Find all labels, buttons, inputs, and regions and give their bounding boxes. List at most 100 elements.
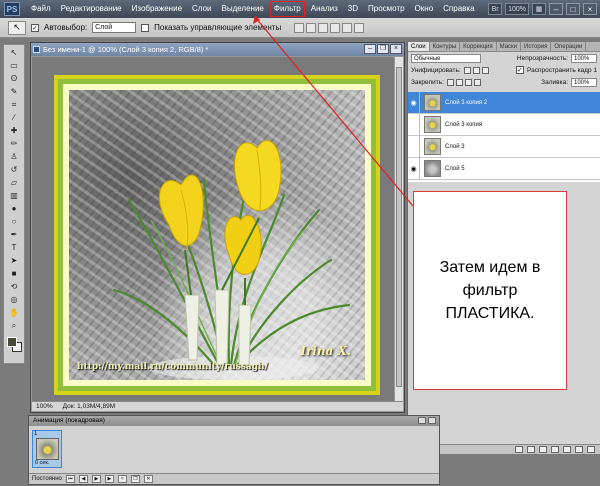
maximize-button[interactable]: □ (566, 3, 580, 15)
stamp-tool-icon[interactable]: ♙ (5, 151, 23, 162)
path-select-tool-icon[interactable]: ➤ (5, 255, 23, 266)
close-button[interactable]: × (583, 3, 597, 15)
tab-masks[interactable]: Маски (497, 42, 522, 51)
menu-filter[interactable]: Фильтр (269, 0, 306, 18)
history-brush-tool-icon[interactable]: ↺ (5, 164, 23, 175)
fill-input[interactable]: 100% (571, 77, 597, 87)
tab-actions[interactable]: Операции (551, 42, 587, 51)
doc-minimize-button[interactable]: – (364, 44, 376, 54)
first-frame-icon[interactable]: ⏮ (65, 475, 75, 483)
healing-tool-icon[interactable]: ✚ (5, 125, 23, 136)
align-center-icon[interactable] (342, 22, 353, 33)
brush-tool-icon[interactable]: ✏ (5, 138, 23, 149)
crop-tool-icon[interactable]: ⌗ (5, 99, 23, 110)
prev-frame-icon[interactable]: ◀ (78, 475, 88, 483)
3d-orbit-tool-icon[interactable]: ◎ (5, 294, 23, 305)
eraser-tool-icon[interactable]: ▱ (5, 177, 23, 188)
menu-3d[interactable]: 3D (343, 0, 363, 18)
scrollbar-thumb[interactable] (396, 67, 402, 387)
eye-icon[interactable]: ◉ (408, 157, 420, 180)
eye-icon[interactable]: ◉ (408, 91, 420, 114)
close-panel-icon[interactable] (428, 417, 436, 424)
document-title-bar[interactable]: Без имени-1 @ 100% (Слой 3 копия 2, RGB/… (31, 43, 404, 56)
add-mask-icon[interactable] (539, 446, 547, 453)
layer-row[interactable]: ◉ Слой 5 (408, 157, 600, 180)
play-icon[interactable]: ▶ (91, 475, 101, 483)
next-frame-icon[interactable]: ▶ (104, 475, 114, 483)
animation-frame[interactable]: 1 0 сек. (32, 430, 62, 468)
frame-delay[interactable]: 0 сек. (35, 460, 49, 466)
tab-paths[interactable]: Контуры (430, 42, 461, 51)
delete-frame-icon[interactable]: ✕ (143, 475, 153, 483)
lock-all-icon[interactable] (473, 78, 481, 86)
menu-layers[interactable]: Слои (187, 0, 216, 18)
foreground-color-swatch[interactable] (7, 337, 17, 347)
duplicate-frame-icon[interactable]: ❐ (130, 475, 140, 483)
menu-select[interactable]: Выделение (216, 0, 268, 18)
tween-icon[interactable]: ≈ (117, 475, 127, 483)
doc-restore-button[interactable]: ❐ (377, 44, 389, 54)
new-group-icon[interactable] (563, 446, 571, 453)
autoselect-select[interactable]: Слой (92, 22, 137, 33)
link-layers-icon[interactable] (515, 446, 523, 453)
menu-file[interactable]: Файл (26, 0, 56, 18)
autoselect-checkbox[interactable]: ✓ (31, 23, 39, 32)
layer-row[interactable]: ◉ Слой 3 копия 2 (408, 91, 600, 114)
lasso-tool-icon[interactable]: ʘ (5, 73, 23, 84)
menu-view[interactable]: Просмотр (363, 0, 410, 18)
align-top-icon[interactable] (294, 22, 305, 33)
marquee-tool-icon[interactable]: ▭ (5, 60, 23, 71)
quick-select-tool-icon[interactable]: ✎ (5, 86, 23, 97)
move-tool-preset-icon[interactable]: ↖ (8, 20, 26, 35)
unify-position-icon[interactable] (463, 66, 471, 74)
tab-adjustments[interactable]: Коррекция (460, 42, 497, 51)
blend-mode-select[interactable]: Обычные (411, 53, 481, 63)
propagate-checkbox[interactable]: ✓ (515, 66, 524, 74)
canvas[interactable]: http://my.mail.ru/community/russagh/ Iri… (32, 57, 395, 402)
doc-close-button[interactable]: × (390, 44, 402, 54)
lock-pixels-icon[interactable] (455, 78, 463, 86)
align-bottom-icon[interactable] (318, 22, 329, 33)
align-left-icon[interactable] (330, 22, 341, 33)
collapse-panel-icon[interactable] (418, 417, 426, 424)
animation-panel-title-bar[interactable]: Анимация (покадровая) (29, 416, 439, 426)
minimize-button[interactable]: – (549, 3, 563, 15)
lock-position-icon[interactable] (464, 78, 472, 86)
align-right-icon[interactable] (354, 22, 365, 33)
unify-style-icon[interactable] (481, 66, 489, 74)
menu-analysis[interactable]: Анализ (306, 0, 343, 18)
vertical-scrollbar[interactable] (394, 57, 403, 402)
pen-tool-icon[interactable]: ✒ (5, 229, 23, 240)
loop-select[interactable]: Постоянно (32, 476, 62, 482)
tab-layers[interactable]: Слои (408, 42, 430, 51)
lock-transparency-icon[interactable] (446, 78, 454, 86)
launch-bridge-icon[interactable]: Br (488, 3, 503, 15)
hand-tool-icon[interactable]: ✋ (5, 307, 23, 318)
blur-tool-icon[interactable]: ● (5, 203, 23, 214)
shape-tool-icon[interactable]: ■ (5, 268, 23, 279)
zoom-tool-icon[interactable]: ⌕ (5, 320, 23, 331)
menu-image[interactable]: Изображение (127, 0, 187, 18)
show-controls-checkbox[interactable] (141, 23, 150, 32)
eye-icon[interactable] (408, 135, 420, 158)
arrange-icon[interactable]: ▦ (532, 3, 546, 15)
layer-row[interactable]: Слой 3 (408, 135, 600, 158)
adjustment-layer-icon[interactable] (551, 446, 559, 453)
eyedropper-tool-icon[interactable]: ⁄ (5, 112, 23, 123)
menu-edit[interactable]: Редактирование (56, 0, 127, 18)
new-layer-icon[interactable] (575, 446, 583, 453)
tab-history[interactable]: История (521, 42, 552, 51)
3d-rotate-tool-icon[interactable]: ⟲ (5, 281, 23, 292)
delete-layer-icon[interactable] (587, 446, 595, 453)
zoom-select[interactable]: 100% (505, 3, 529, 15)
align-middle-icon[interactable] (306, 22, 317, 33)
status-zoom[interactable]: 100% (36, 402, 53, 411)
unify-visibility-icon[interactable] (472, 66, 480, 74)
opacity-input[interactable]: 100% (571, 53, 597, 63)
move-tool-icon[interactable]: ↖ (5, 47, 23, 58)
gradient-tool-icon[interactable]: ▥ (5, 190, 23, 201)
dodge-tool-icon[interactable]: ○ (5, 216, 23, 227)
layer-style-icon[interactable] (527, 446, 535, 453)
menu-help[interactable]: Справка (438, 0, 479, 18)
type-tool-icon[interactable]: T (5, 242, 23, 253)
